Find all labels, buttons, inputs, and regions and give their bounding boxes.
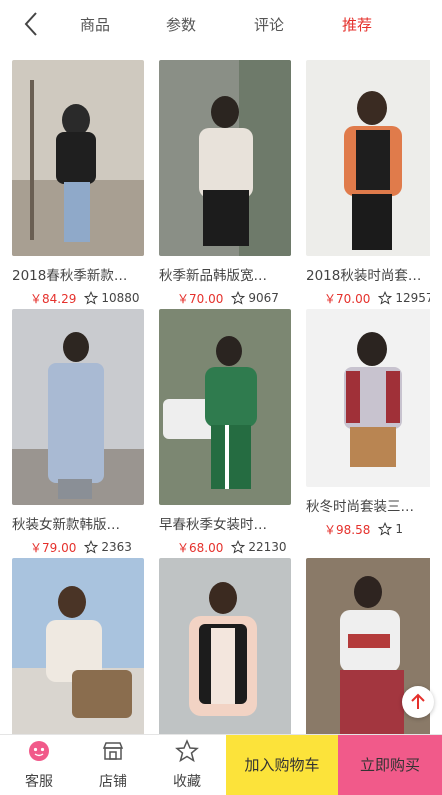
star-icon	[378, 291, 393, 305]
product-card[interactable]: 秋装女新款韩版… ￥79.00 2363	[12, 309, 144, 555]
favorite-label: 收藏	[173, 774, 201, 790]
product-title: 2018春秋季新款…	[12, 268, 128, 284]
add-to-cart-button[interactable]: 加入购物车	[226, 735, 338, 795]
product-image[interactable]	[159, 558, 291, 734]
product-price: ￥84.29	[30, 291, 77, 306]
arrow-up-icon	[411, 693, 425, 709]
product-price: ￥70.00	[324, 291, 371, 306]
product-card[interactable]	[12, 558, 144, 734]
tab-reviews[interactable]: 评论	[254, 14, 284, 35]
product-image[interactable]	[159, 60, 291, 256]
favorite-count: 22130	[248, 540, 287, 554]
customer-service-label: 客服	[25, 774, 53, 790]
product-title: 秋装女新款韩版…	[12, 517, 120, 533]
product-card[interactable]	[159, 558, 291, 734]
product-image[interactable]	[306, 309, 430, 487]
product-price: ￥98.58	[324, 522, 371, 537]
favorite-count: 1	[395, 522, 403, 536]
shop-icon	[102, 742, 124, 760]
shop-button[interactable]: 店铺	[78, 735, 148, 795]
bottom-action-bar: 客服 店铺 收藏 加入购物车 立即购买	[0, 734, 442, 795]
product-grid: 2018春秋季新款… ￥84.29 10880 秋季新品韩版宽… ￥70.00 …	[12, 60, 430, 734]
product-price: ￥79.00	[30, 540, 77, 555]
flower-icon	[29, 741, 49, 761]
product-price: ￥68.00	[177, 540, 224, 555]
star-icon	[378, 522, 393, 536]
product-title: 2018秋装时尚套…	[306, 268, 422, 284]
product-price: ￥70.00	[177, 291, 224, 306]
favorite-count: 2363	[101, 540, 132, 554]
shop-label: 店铺	[99, 774, 127, 790]
star-icon	[84, 540, 99, 554]
tab-recommend[interactable]: 推荐	[342, 14, 372, 35]
star-icon	[231, 540, 246, 554]
favorite-count: 10880	[101, 291, 140, 305]
tab-params[interactable]: 参数	[166, 14, 196, 35]
product-card[interactable]: 早春秋季女装时… ￥68.00 22130	[159, 309, 291, 555]
product-title: 秋季新品韩版宽…	[159, 268, 267, 284]
tab-product[interactable]: 商品	[80, 14, 110, 35]
back-to-top-button[interactable]	[402, 686, 434, 718]
product-card[interactable]: 2018秋装时尚套… ￥70.00 12957	[306, 60, 430, 306]
star-icon	[231, 291, 246, 305]
product-card[interactable]: 秋冬时尚套装三… ￥98.58 1	[306, 309, 430, 537]
favorite-button[interactable]: 收藏	[152, 735, 222, 795]
top-nav: 商品 参数 评论 推荐	[0, 0, 442, 48]
product-title: 秋冬时尚套装三…	[306, 499, 414, 515]
product-card[interactable]: 2018春秋季新款… ￥84.29 10880	[12, 60, 144, 306]
customer-service-button[interactable]: 客服	[4, 735, 74, 795]
star-icon	[84, 291, 99, 305]
product-card[interactable]: 秋季新品韩版宽… ￥70.00 9067	[159, 60, 291, 306]
star-icon	[175, 739, 199, 763]
product-image[interactable]	[306, 60, 430, 256]
product-title: 早春秋季女装时…	[159, 517, 267, 533]
product-image[interactable]	[12, 309, 144, 505]
back-arrow-icon[interactable]	[18, 10, 46, 38]
product-image[interactable]	[12, 60, 144, 256]
buy-now-button[interactable]: 立即购买	[338, 735, 442, 795]
favorite-count: 12957	[395, 291, 430, 305]
product-image[interactable]	[12, 558, 144, 734]
favorite-count: 9067	[248, 291, 279, 305]
product-image[interactable]	[159, 309, 291, 505]
